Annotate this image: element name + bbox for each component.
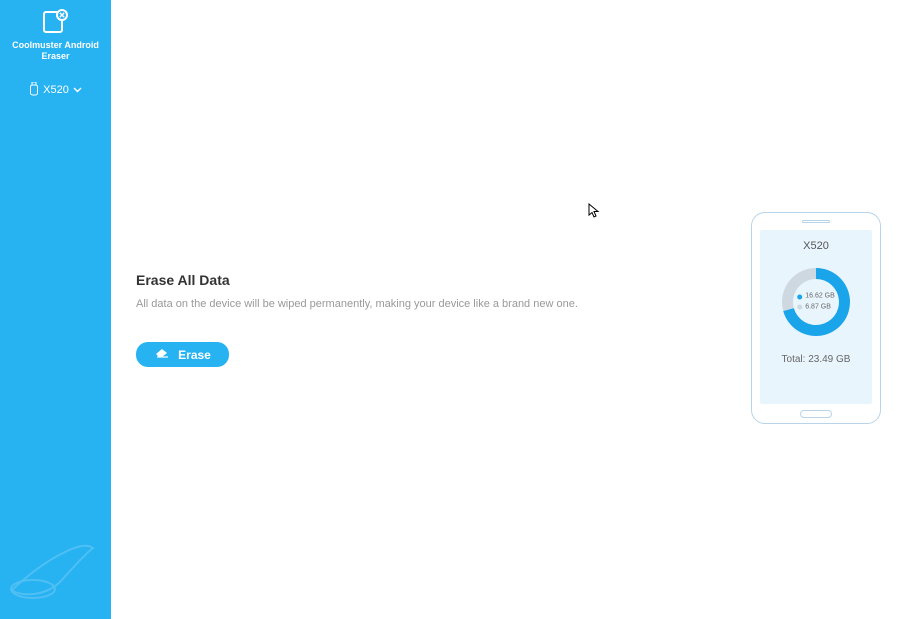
page-heading: Erase All Data [136, 272, 230, 288]
eraser-watermark-icon [5, 534, 100, 609]
app-logo-icon [39, 8, 73, 36]
app-title: Coolmuster Android Eraser [0, 40, 111, 62]
usb-icon [29, 82, 39, 99]
device-info-panel: X520 16.62 GB 6.87 GB Total: 23 [751, 212, 881, 424]
legend-dot-used [797, 294, 802, 299]
storage-legend: 16.62 GB 6.87 GB [797, 292, 835, 313]
device-name: X520 [803, 240, 829, 252]
legend-dot-free [797, 305, 802, 310]
phone-speaker-icon [802, 220, 830, 223]
legend-free: 6.87 GB [797, 302, 835, 313]
storage-total: Total: 23.49 GB [782, 354, 851, 365]
phone-screen: X520 16.62 GB 6.87 GB Total: 23 [760, 230, 872, 404]
phone-home-icon [800, 410, 832, 418]
phone-frame: X520 16.62 GB 6.87 GB Total: 23 [751, 212, 881, 424]
sidebar: Coolmuster Android Eraser X520 [0, 0, 111, 619]
legend-used-label: 16.62 GB [805, 292, 835, 303]
erase-button[interactable]: Erase [136, 342, 229, 367]
eraser-icon [154, 348, 170, 362]
page-subheading: All data on the device will be wiped per… [136, 298, 578, 310]
legend-used: 16.62 GB [797, 292, 835, 303]
cursor-icon [588, 203, 600, 224]
device-selector-label: X520 [43, 84, 69, 96]
erase-button-label: Erase [178, 348, 211, 362]
main-content: Erase All Data All data on the device wi… [111, 0, 900, 619]
legend-free-label: 6.87 GB [805, 302, 831, 313]
chevron-down-icon [73, 84, 82, 96]
storage-donut-chart: 16.62 GB 6.87 GB [778, 264, 854, 340]
device-selector[interactable]: X520 [29, 82, 82, 99]
